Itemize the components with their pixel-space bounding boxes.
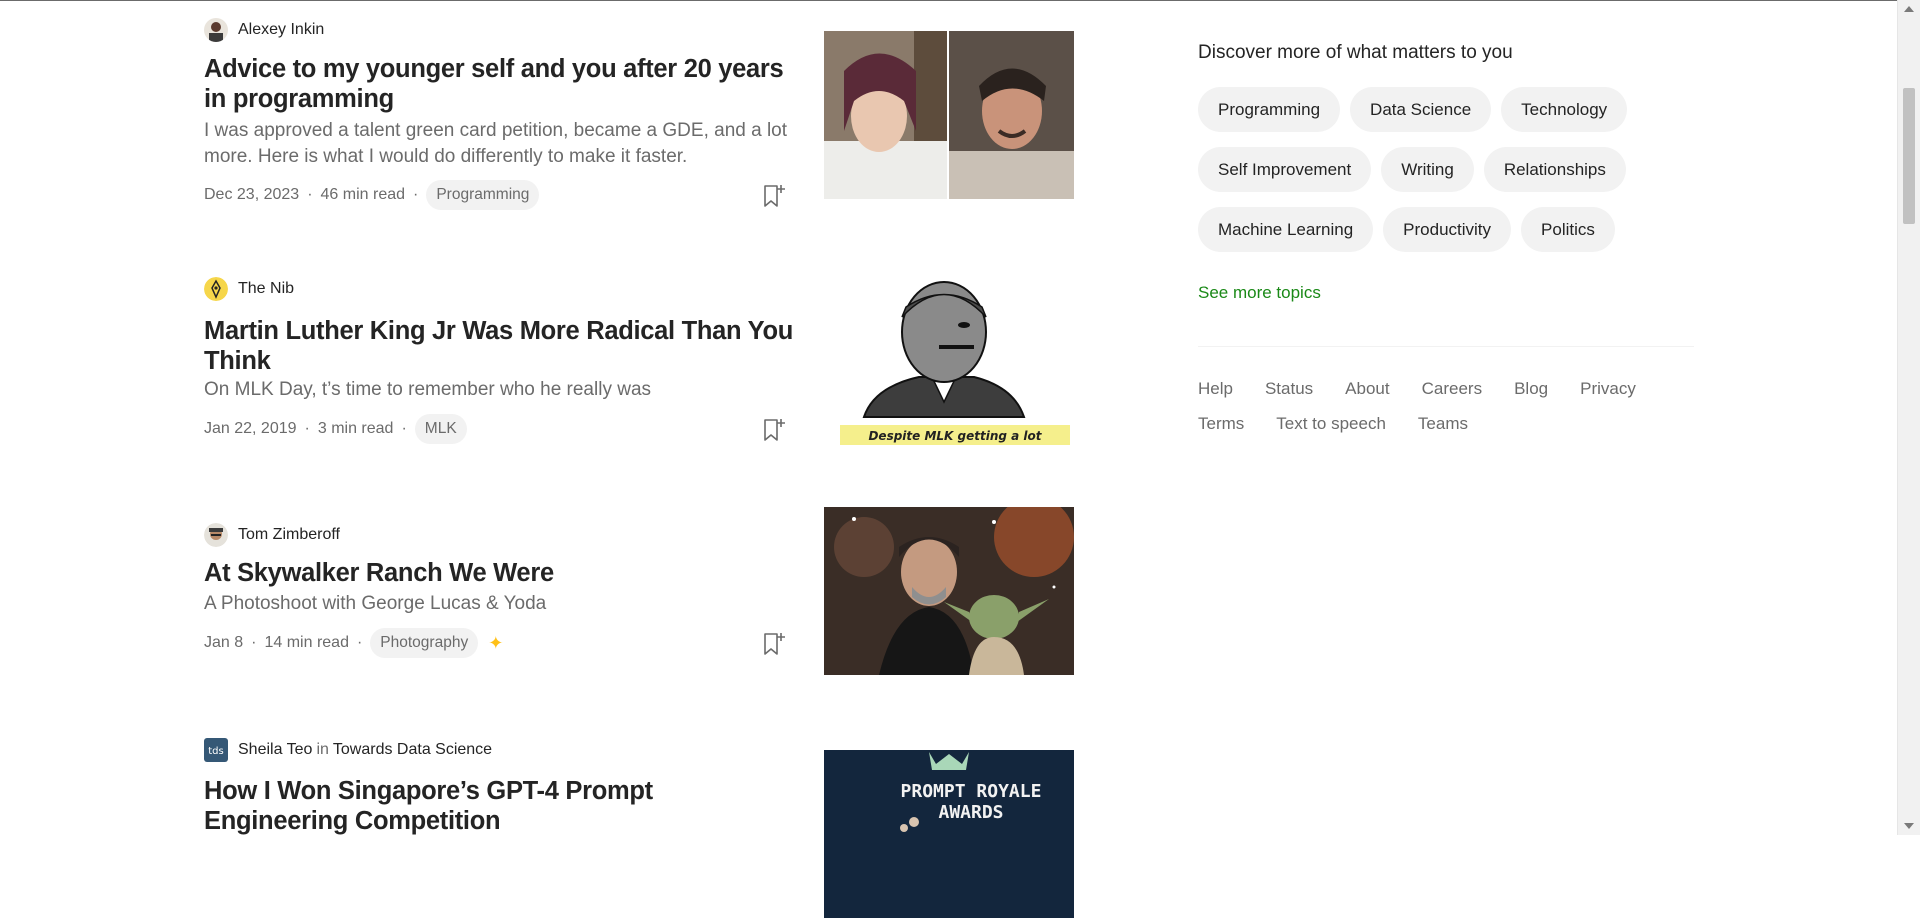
article-card[interactable]: tds Sheila Teo in Towards Data Science H… xyxy=(204,738,1074,918)
topic-chip[interactable]: Machine Learning xyxy=(1198,207,1374,252)
footer-link-about[interactable]: About xyxy=(1345,378,1389,400)
image-text-line-1: PROMPT ROYALE xyxy=(901,781,1042,802)
article-meta: Dec 23, 2023 · 46 min read · Programming xyxy=(204,179,794,211)
footer-link-blog[interactable]: Blog xyxy=(1514,378,1548,400)
publish-date: Jan 8 xyxy=(204,634,244,651)
read-time: 3 min read xyxy=(317,420,394,437)
footer-link-text-to-speech[interactable]: Text to speech xyxy=(1276,413,1386,435)
separator-dot: · xyxy=(307,186,313,203)
article-card[interactable]: Tom Zimberoff At Skywalker Ranch We Were… xyxy=(204,507,1074,683)
separator-dot: · xyxy=(304,420,310,437)
separator-dot: · xyxy=(251,634,257,651)
article-subtitle[interactable]: On MLK Day, t’s time to remember who he … xyxy=(204,377,794,403)
footer-link-privacy[interactable]: Privacy xyxy=(1580,378,1636,400)
topic-chip[interactable]: Technology xyxy=(1501,87,1628,132)
topic-row: Self Improvement Writing Relationships xyxy=(1198,147,1694,192)
article-thumbnail[interactable] xyxy=(824,31,1074,199)
topic-chip[interactable]: Programming xyxy=(1198,87,1341,132)
footer-link-status[interactable]: Status xyxy=(1265,378,1313,400)
article-meta: Jan 8 · 14 min read · Photography ✦ xyxy=(204,627,794,659)
footer-link-terms[interactable]: Terms xyxy=(1198,413,1244,435)
publish-date: Jan 22, 2019 xyxy=(204,420,297,437)
separator-dot: · xyxy=(356,634,363,651)
article-thumbnail[interactable]: PROMPT ROYALE AWARDS xyxy=(824,750,1074,918)
publication-name[interactable]: Towards Data Science xyxy=(333,741,492,759)
top-divider xyxy=(0,0,1898,1)
author-row[interactable]: The Nib xyxy=(204,277,294,301)
article-title[interactable]: Martin Luther King Jr Was More Radical T… xyxy=(204,316,794,376)
bookmark-add-icon[interactable] xyxy=(760,182,786,210)
article-title[interactable]: How I Won Singapore’s GPT-4 Prompt Engin… xyxy=(204,776,794,836)
separator-dot: · xyxy=(413,186,419,203)
author-avatar[interactable] xyxy=(204,18,228,42)
discover-heading: Discover more of what matters to you xyxy=(1198,42,1513,63)
topic-chip[interactable]: Politics xyxy=(1521,207,1615,252)
article-meta: Jan 22, 2019 · 3 min read · MLK xyxy=(204,413,794,445)
topic-chip[interactable]: Data Science xyxy=(1350,87,1492,132)
image-text-line-2: AWARDS xyxy=(938,802,1003,823)
author-name[interactable]: Tom Zimberoff xyxy=(238,526,340,544)
sidebar-divider xyxy=(1198,346,1694,347)
author-avatar[interactable] xyxy=(204,523,228,547)
separator-dot: · xyxy=(401,420,407,437)
publication-logo[interactable]: tds xyxy=(204,738,228,762)
topic-chip[interactable]: Productivity xyxy=(1383,207,1512,252)
topic-chip[interactable]: Self Improvement xyxy=(1198,147,1372,192)
article-subtitle[interactable]: A Photoshoot with George Lucas & Yoda xyxy=(204,591,794,617)
article-card[interactable]: Alexey Inkin Advice to my younger self a… xyxy=(204,18,1074,211)
page-scrollbar[interactable] xyxy=(1897,0,1920,835)
footer-link-teams[interactable]: Teams xyxy=(1418,413,1468,435)
tag-chip[interactable]: Photography xyxy=(370,628,479,658)
publication-avatar[interactable] xyxy=(204,277,228,301)
author-row[interactable]: Tom Zimberoff xyxy=(204,523,340,547)
article-title[interactable]: At Skywalker Ranch We Were xyxy=(204,558,794,588)
scroll-up-arrow-icon[interactable] xyxy=(1904,6,1914,12)
topic-row: Programming Data Science Technology xyxy=(1198,87,1694,132)
scrollbar-thumb[interactable] xyxy=(1903,88,1915,224)
image-caption: Despite MLK getting a lot xyxy=(868,429,1042,443)
author-name[interactable]: Alexey Inkin xyxy=(238,21,324,39)
author-name[interactable]: The Nib xyxy=(238,280,294,298)
author-row[interactable]: Alexey Inkin xyxy=(204,18,324,42)
footer-links: Help Status About Careers Blog Privacy T… xyxy=(1198,378,1694,435)
star-sparkle-icon: ✦ xyxy=(488,632,504,653)
topic-chip[interactable]: Relationships xyxy=(1483,147,1626,192)
author-row[interactable]: tds Sheila Teo in Towards Data Science xyxy=(204,738,492,762)
article-thumbnail[interactable]: Despite MLK getting a lot xyxy=(824,277,1074,445)
topic-row: Machine Learning Productivity Politics xyxy=(1198,207,1694,252)
author-name[interactable]: Sheila Teo xyxy=(238,741,312,759)
article-title[interactable]: Advice to my younger self and you after … xyxy=(204,54,794,114)
bookmark-add-icon[interactable] xyxy=(760,416,786,444)
read-time: 46 min read xyxy=(320,186,406,203)
topic-chip[interactable]: Writing xyxy=(1381,147,1474,192)
article-thumbnail[interactable] xyxy=(824,507,1074,675)
in-word: in xyxy=(316,741,329,758)
article-subtitle[interactable]: I was approved a talent green card petit… xyxy=(204,118,794,170)
topic-list: Programming Data Science Technology Self… xyxy=(1198,87,1694,267)
see-more-topics-link[interactable]: See more topics xyxy=(1198,283,1321,303)
scroll-down-arrow-icon[interactable] xyxy=(1904,823,1914,829)
read-time: 14 min read xyxy=(264,634,349,651)
svg-text:tds: tds xyxy=(208,746,223,757)
tag-chip[interactable]: MLK xyxy=(414,414,467,444)
tag-chip[interactable]: Programming xyxy=(426,180,540,210)
article-card[interactable]: The Nib Martin Luther King Jr Was More R… xyxy=(204,277,1074,457)
publish-date: Dec 23, 2023 xyxy=(204,186,300,203)
footer-link-careers[interactable]: Careers xyxy=(1422,378,1482,400)
footer-link-help[interactable]: Help xyxy=(1198,378,1233,400)
bookmark-add-icon[interactable] xyxy=(760,630,786,658)
